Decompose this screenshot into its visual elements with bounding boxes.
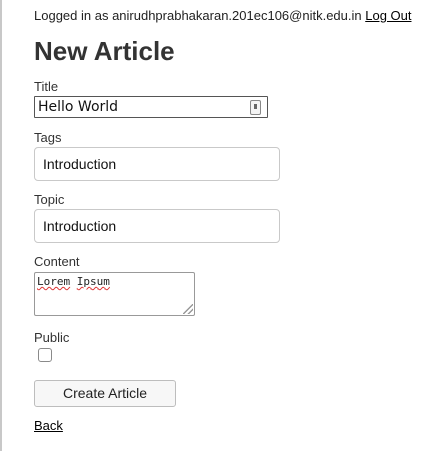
logged-in-text: Logged in as anirudhprabhakaran.201ec106… [34,8,362,23]
keyboard-icon [250,100,261,115]
logout-link[interactable]: Log Out [365,8,411,23]
content-textarea[interactable]: Lorem Ipsum [34,272,195,316]
content-word: Lorem [37,275,71,288]
content-word: Ipsum [76,275,110,288]
public-label: Public [34,330,70,345]
title-label: Title [34,79,59,94]
resize-handle[interactable] [183,304,193,314]
topic-label: Topic [34,192,65,207]
tags-label: Tags [34,130,62,145]
content-label: Content [34,254,80,269]
title-value: Hello World [38,99,119,115]
title-input[interactable]: Hello World [34,96,268,118]
tags-input[interactable]: Introduction [34,147,280,181]
page-title: New Article [34,36,175,66]
topic-input[interactable]: Introduction [34,209,280,243]
left-border [0,0,2,451]
user-bar: Logged in as anirudhprabhakaran.201ec106… [34,8,412,23]
create-article-button[interactable]: Create Article [34,380,176,407]
public-checkbox[interactable] [38,348,52,362]
back-link[interactable]: Back [34,418,63,433]
